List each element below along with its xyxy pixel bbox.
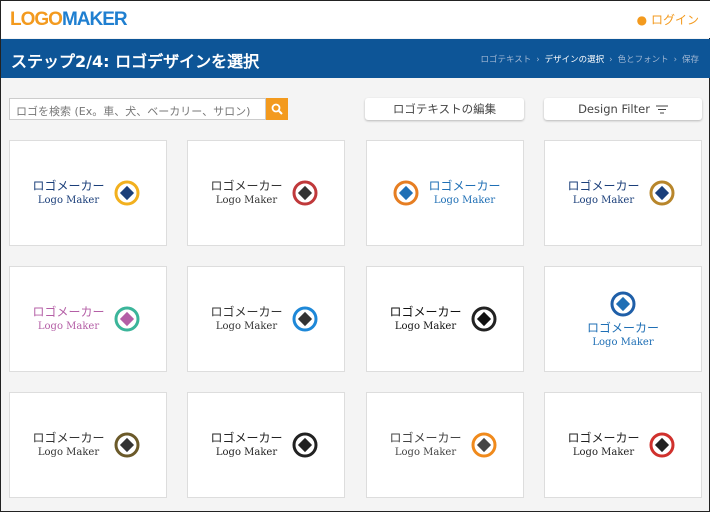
crumb-save: 保存 (681, 55, 699, 65)
search-icon (271, 103, 283, 115)
atlas-globe-icon (649, 180, 674, 206)
logo-design-card[interactable]: ロゴメーカー Logo Maker (366, 392, 524, 498)
logo-text: ロゴメーカー Logo Maker (210, 304, 283, 333)
logo-design-card[interactable]: ロゴメーカー Logo Maker (187, 140, 345, 246)
logo-text: ロゴメーカー Logo Maker (32, 430, 105, 459)
logo-text: ロゴメーカー Logo Maker (32, 304, 105, 333)
logo-design-card[interactable]: ロゴメーカー Logo Maker (544, 140, 702, 246)
top-header: LOGOMAKER ● ログイン (1, 1, 710, 38)
city-skyline-icon (292, 306, 317, 332)
logo-text: ロゴメーカー Logo Maker (210, 430, 283, 459)
logo-text: ロゴメーカー Logo Maker (567, 178, 640, 207)
logo-design-card[interactable]: ロゴメーカー Logo Maker (544, 266, 702, 372)
logo-design-card[interactable]: ロゴメーカー Logo Maker (9, 140, 167, 246)
gamer-badge-icon (471, 306, 496, 332)
breadcrumb: ロゴテキスト › デザインの選択 › 色とフォント › 保存 (480, 53, 699, 65)
building-swoosh-icon (610, 291, 636, 317)
diamond-chain-icon (114, 180, 139, 206)
logo-design-card[interactable]: ロゴメーカー Logo Maker (187, 266, 345, 372)
edit-logo-text-button[interactable]: ロゴテキストの編集 (365, 98, 524, 120)
user-icon: ● (636, 13, 648, 27)
mascot-character-icon (649, 432, 674, 458)
crumb-logo-text[interactable]: ロゴテキスト (480, 55, 531, 65)
chevron-right-icon: › (609, 55, 613, 65)
logo-text: ロゴメーカー Logo Maker (389, 304, 462, 333)
logo-text: ロゴメーカー Logo Maker (567, 430, 640, 459)
design-filter-button[interactable]: Design Filter (544, 98, 702, 120)
people-circle-icon (393, 180, 419, 206)
logomaker-logo[interactable]: LOGOMAKER (10, 9, 128, 31)
logo-design-card[interactable]: ロゴメーカー Logo Maker (9, 266, 167, 372)
step-bar: ステップ2/4: ロゴデザインを選択 ロゴテキスト › デザインの選択 › 色とフォント… (1, 39, 710, 78)
lotus-woman-icon (114, 306, 139, 332)
logo-text: ロゴメーカー Logo Maker (586, 320, 659, 349)
logo-design-card[interactable]: ロゴメーカー Logo Maker (544, 392, 702, 498)
logo-text: ロゴメーカー Logo Maker (428, 178, 501, 207)
camera-ornament-icon (114, 432, 139, 458)
camera-film-icon (292, 432, 317, 458)
logo-text: ロゴメーカー Logo Maker (210, 178, 283, 207)
logo-design-card[interactable]: ロゴメーカー Logo Maker (9, 392, 167, 498)
login-link[interactable]: ● ログイン (637, 11, 699, 28)
page-title: ステップ2/4: ロゴデザインを選択 (11, 52, 260, 71)
logo-text: ロゴメーカー Logo Maker (32, 178, 105, 207)
search-input[interactable]: ロゴを検索 (Ex。車、犬、ベーカリー、サロン) (9, 98, 266, 120)
search-button[interactable] (266, 98, 288, 120)
heart-hands-icon (292, 180, 317, 206)
chevron-right-icon: › (673, 55, 677, 65)
logo-text: ロゴメーカー Logo Maker (389, 430, 462, 459)
logo-design-card[interactable]: ロゴメーカー Logo Maker (187, 392, 345, 498)
logo-design-card[interactable]: ロゴメーカー Logo Maker (366, 266, 524, 372)
crumb-design: デザインの選択 (544, 55, 605, 65)
logo-design-card[interactable]: ロゴメーカー Logo Maker (366, 140, 524, 246)
sun-swirl-icon (471, 432, 496, 458)
filter-icon (655, 105, 668, 113)
crumb-color-font: 色とフォント (617, 55, 669, 65)
chevron-right-icon: › (536, 55, 540, 65)
